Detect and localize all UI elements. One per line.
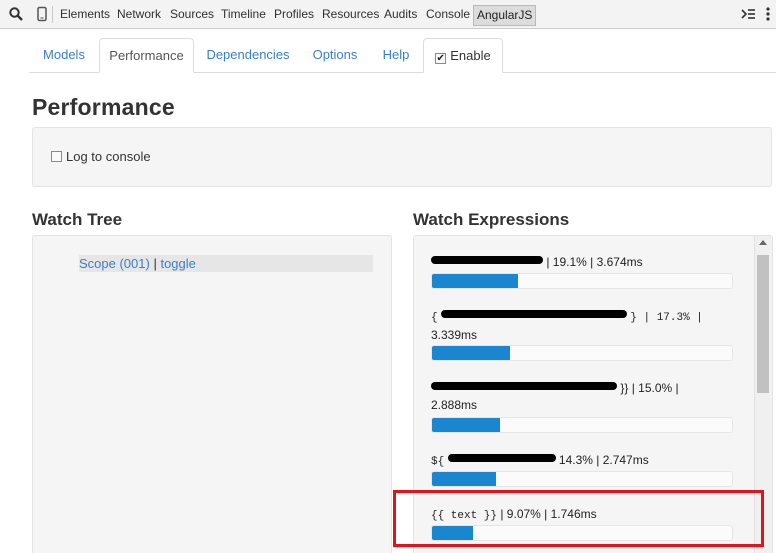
redacted-expression <box>431 382 617 390</box>
expression-time: 3.339ms <box>431 328 478 342</box>
devtools-tab-timeline[interactable]: Timeline <box>221 0 266 29</box>
performance-bar <box>431 345 733 361</box>
more-options-icon[interactable] <box>760 6 776 22</box>
drawer-toggle-icon[interactable] <box>740 6 756 22</box>
devtools-tab-audits[interactable]: Audits <box>384 0 417 29</box>
performance-bar-fill <box>432 274 518 288</box>
enable-label: Enable <box>450 48 491 63</box>
expression-text: }} | 15.0% | 2.888ms <box>431 380 734 414</box>
devtools-tab-network[interactable]: Network <box>117 0 161 29</box>
toolbar-divider <box>52 6 53 23</box>
log-options-panel: Log to console <box>32 127 772 187</box>
tab-performance[interactable]: Performance <box>99 38 194 73</box>
redacted-expression <box>440 310 627 318</box>
scope-link[interactable]: Scope (001) <box>79 256 150 271</box>
devtools-tab-angularjs[interactable]: AngularJS <box>473 5 537 26</box>
devtools-toolbar: Elements Network Sources Timeline Profil… <box>0 0 776 29</box>
scope-separator: | <box>153 256 157 271</box>
log-to-console-label: Log to console <box>66 149 151 164</box>
performance-bar <box>431 471 733 487</box>
expression-stats: | 19.1% | 3.674ms <box>546 255 643 269</box>
expression-text: ${ 14.3% | 2.747ms <box>431 452 734 471</box>
expression-time: 2.888ms <box>431 398 478 412</box>
expression-prefix: { <box>431 312 438 324</box>
watch-tree-title: Watch Tree <box>32 210 123 229</box>
highlight-annotation <box>393 490 764 547</box>
devtools-tab-resources[interactable]: Resources <box>322 0 379 29</box>
performance-bar-fill <box>432 472 496 486</box>
tab-help[interactable]: Help <box>373 38 419 72</box>
log-to-console-checkbox[interactable] <box>51 151 62 162</box>
watch-expression-item: }} | 15.0% | 2.888ms <box>431 380 734 433</box>
performance-bar <box>431 273 733 289</box>
performance-bar-fill <box>432 346 510 360</box>
log-to-console-option[interactable]: Log to console <box>51 149 151 164</box>
scroll-up-arrow-icon[interactable] <box>759 240 767 245</box>
tab-models[interactable]: Models <box>32 38 96 72</box>
performance-bar <box>431 417 733 433</box>
search-icon[interactable] <box>8 6 24 22</box>
devtools-tab-elements[interactable]: Elements <box>60 0 110 29</box>
watch-expression-item: ${ 14.3% | 2.747ms <box>431 452 734 487</box>
scrollbar-thumb[interactable] <box>757 255 769 393</box>
watch-expression-item: | 19.1% | 3.674ms <box>431 254 734 289</box>
expression-prefix: ${ <box>431 456 445 468</box>
expression-stats: 14.3% | 2.747ms <box>558 453 649 467</box>
performance-bar-fill <box>432 418 500 432</box>
watch-tree-panel: Scope (001) | toggle <box>32 235 392 553</box>
enable-checkbox[interactable]: ✔ <box>435 53 447 64</box>
devtools-tab-sources[interactable]: Sources <box>170 0 214 29</box>
page-title: Performance <box>32 94 175 120</box>
redacted-expression <box>447 454 556 462</box>
watch-expressions-title: Watch Expressions <box>413 210 570 229</box>
enable-toggle[interactable]: ✔ Enable <box>423 38 503 73</box>
devtools-tab-profiles[interactable]: Profiles <box>274 0 314 29</box>
device-mode-icon[interactable] <box>34 6 50 22</box>
watch-expression-item: { } | 17.3% | 3.339ms <box>431 308 734 361</box>
scope-row: Scope (001) | toggle <box>79 255 373 272</box>
redacted-expression <box>431 256 543 264</box>
tab-dependencies[interactable]: Dependencies <box>199 38 297 72</box>
expression-stats: }} | 15.0% | <box>620 381 679 395</box>
expression-text: | 19.1% | 3.674ms <box>431 254 734 271</box>
toggle-link[interactable]: toggle <box>160 256 195 271</box>
expression-stats: } | 17.3% | <box>630 312 703 324</box>
expression-text: { } | 17.3% | 3.339ms <box>431 308 734 344</box>
devtools-tab-console[interactable]: Console <box>426 0 470 29</box>
tab-options[interactable]: Options <box>303 38 367 72</box>
